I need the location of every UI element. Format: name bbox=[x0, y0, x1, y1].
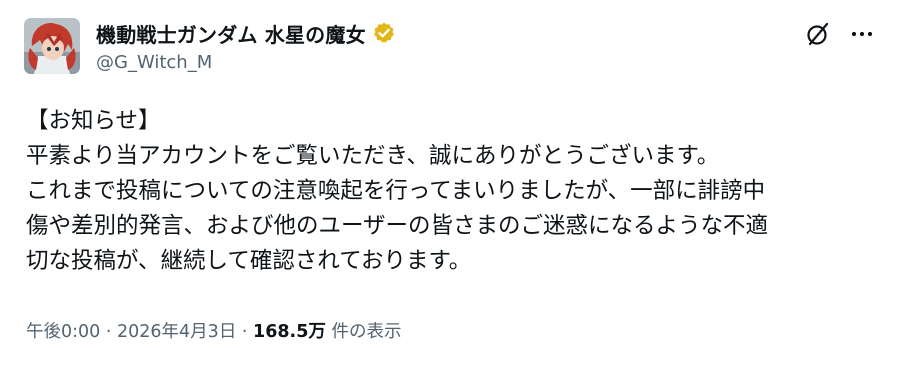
post-line: 切な投稿が、継続して確認されております。 bbox=[26, 248, 472, 274]
grok-icon[interactable] bbox=[804, 20, 832, 48]
post-line: 【お知らせ】 bbox=[26, 108, 161, 134]
meta-separator: · bbox=[100, 322, 118, 342]
display-name[interactable]: 機動戦士ガンダム 水星の魔女 bbox=[96, 19, 366, 48]
meta-separator: · bbox=[236, 322, 254, 342]
account-handle[interactable]: @G_Witch_M bbox=[96, 52, 212, 73]
post-line: 平素より当アカウントをご覧いただき、誠にありがとうございます。 bbox=[26, 143, 720, 169]
verified-badge-icon[interactable] bbox=[372, 21, 396, 45]
post-date[interactable]: 2026年4月3日 bbox=[117, 322, 236, 342]
post-meta: 午後0:00 · 2026年4月3日 · 168.5万 件の表示 bbox=[26, 318, 401, 343]
author-name-row: 機動戦士ガンダム 水星の魔女 bbox=[96, 18, 396, 48]
avatar[interactable] bbox=[24, 18, 80, 74]
post-line: 傷や差別的発言、および他のユーザーの皆さまのご迷惑になるような不適 bbox=[26, 213, 769, 239]
post-actions bbox=[804, 20, 876, 48]
view-count-label: 件の表示 bbox=[325, 322, 402, 342]
post-time[interactable]: 午後0:00 bbox=[26, 322, 100, 342]
more-horizontal-icon[interactable] bbox=[848, 20, 876, 48]
post-line: これまで投稿についての注意喚起を行ってまいりましたが、一部に誹謗中 bbox=[26, 178, 766, 204]
post-body: 【お知らせ】 平素より当アカウントをご覧いただき、誠にありがとうございます。 こ… bbox=[26, 104, 886, 279]
view-count[interactable]: 168.5万 bbox=[253, 322, 326, 342]
post-card: 機動戦士ガンダム 水星の魔女 @G_Witch_M 【お知らせ】 平素より当アカ bbox=[0, 0, 900, 369]
